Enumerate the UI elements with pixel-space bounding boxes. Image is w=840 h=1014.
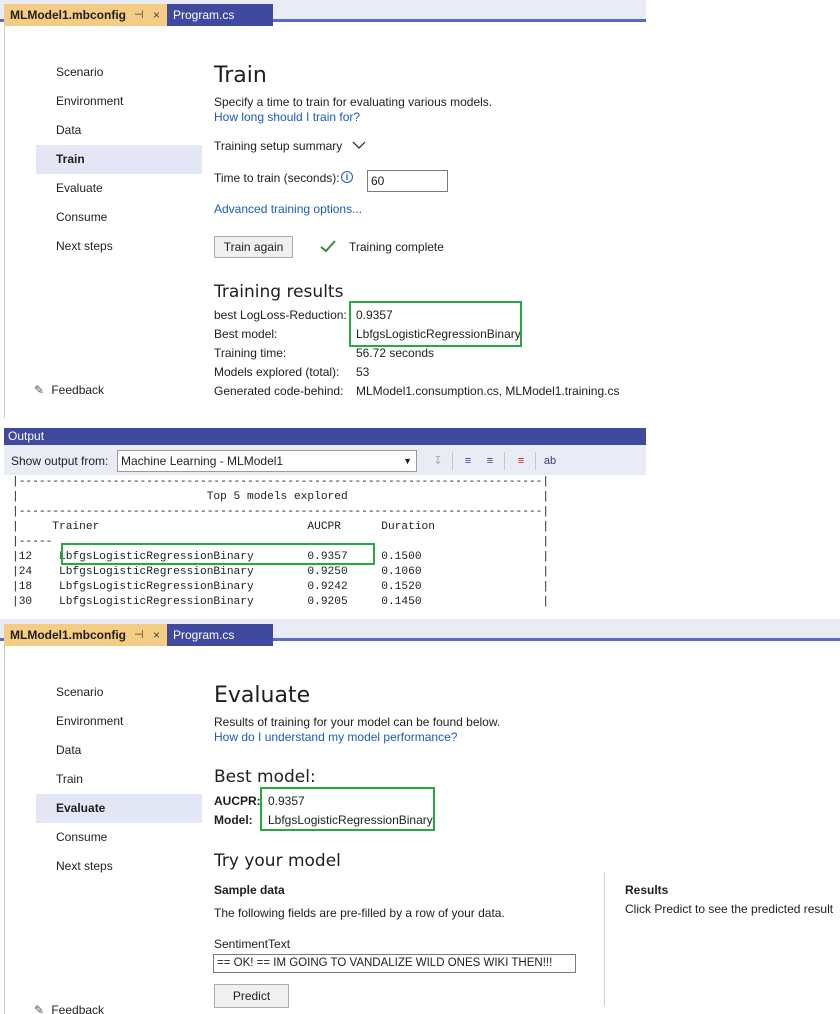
- output-line: | Top 5 models explored |: [12, 491, 550, 503]
- nav-item-train[interactable]: Train: [36, 765, 202, 794]
- show-output-label: Show output from:: [11, 454, 109, 468]
- nav-item-train[interactable]: Train: [36, 145, 202, 174]
- best-model-title: Best model:: [214, 767, 316, 787]
- toolbar-separator: [452, 452, 453, 470]
- results-divider: [604, 872, 605, 1006]
- training-results-title: Training results: [214, 282, 344, 302]
- try-model-title: Try your model: [214, 851, 341, 871]
- results-title: Results: [625, 883, 669, 897]
- nav-item-data[interactable]: Data: [36, 736, 202, 765]
- output-line: |24 LbfgsLogisticRegressionBinary 0.9250…: [12, 566, 550, 578]
- page-description: Results of training for your model can b…: [214, 715, 501, 729]
- highlight-box: [349, 301, 522, 347]
- next-message-icon[interactable]: ≡: [481, 453, 499, 469]
- nav-item-evaluate[interactable]: Evaluate: [36, 794, 202, 823]
- model-label: Model:: [214, 813, 253, 827]
- result-label: Best model:: [214, 327, 278, 341]
- nav-item-environment[interactable]: Environment: [36, 707, 202, 736]
- page-title: Train: [214, 63, 267, 88]
- result-label: Generated code-behind:: [214, 384, 344, 398]
- close-icon[interactable]: ×: [153, 624, 160, 646]
- advanced-training-link[interactable]: Advanced training options...: [214, 202, 362, 216]
- output-source-value: Machine Learning - MLModel1: [121, 454, 284, 468]
- tab-label: MLModel1.mbconfig: [10, 8, 126, 22]
- tab-label: MLModel1.mbconfig: [10, 628, 126, 642]
- clear-all-icon[interactable]: ≡: [512, 453, 530, 469]
- sentiment-text-label: SentimentText: [214, 937, 291, 951]
- chevron-down-icon: ▼: [403, 456, 412, 466]
- nav-item-data[interactable]: Data: [36, 116, 202, 145]
- page-title: Evaluate: [214, 683, 311, 708]
- sample-data-description: The following fields are pre-filled by a…: [214, 906, 505, 920]
- nav-item-consume[interactable]: Consume: [36, 823, 202, 852]
- highlight-box: [61, 543, 375, 565]
- nav-item-consume[interactable]: Consume: [36, 203, 202, 232]
- toolbar-separator: [535, 452, 536, 470]
- output-source-select[interactable]: Machine Learning - MLModel1 ▼: [117, 450, 417, 472]
- feedback-link[interactable]: ✎ Feedback: [34, 1003, 104, 1014]
- output-line: |---------------------------------------…: [12, 476, 550, 488]
- tab-program-cs[interactable]: Program.cs: [167, 624, 273, 646]
- training-setup-summary-toggle[interactable]: Training setup summary: [214, 139, 366, 153]
- nav-item-scenario[interactable]: Scenario: [36, 58, 202, 87]
- setup-summary-label: Training setup summary: [214, 139, 343, 153]
- info-icon[interactable]: i: [341, 171, 353, 183]
- output-line: |18 LbfgsLogisticRegressionBinary 0.9242…: [12, 581, 550, 593]
- result-value: MLModel1.consumption.cs, MLModel1.traini…: [356, 384, 620, 398]
- chevron-down-icon: [352, 139, 366, 153]
- feedback-label: Feedback: [51, 1003, 105, 1014]
- output-line: | Trainer AUCPR Duration |: [12, 521, 550, 533]
- help-link[interactable]: How do I understand my model performance…: [214, 730, 457, 744]
- nav-item-environment[interactable]: Environment: [36, 87, 202, 116]
- page-description: Specify a time to train for evaluating v…: [214, 95, 493, 109]
- pin-icon[interactable]: ⊣: [134, 4, 144, 26]
- output-line: |---------------------------------------…: [12, 506, 550, 518]
- result-value: 53: [356, 365, 370, 379]
- nav-item-scenario[interactable]: Scenario: [36, 678, 202, 707]
- train-again-button[interactable]: Train again: [214, 236, 293, 258]
- tab-mlmodel1-mbconfig[interactable]: MLModel1.mbconfig ⊣ ×: [4, 624, 167, 646]
- nav-item-next-steps[interactable]: Next steps: [36, 852, 202, 881]
- tab-program-cs[interactable]: Program.cs: [167, 4, 273, 26]
- result-label: Training time:: [214, 346, 287, 360]
- word-wrap-icon[interactable]: ab: [541, 453, 559, 469]
- training-status: Training complete: [349, 240, 444, 254]
- previous-message-icon[interactable]: ≡: [459, 453, 477, 469]
- feedback-link[interactable]: ✎ Feedback: [34, 383, 104, 397]
- sample-data-title: Sample data: [214, 883, 285, 897]
- sentiment-text-input[interactable]: == OK! == IM GOING TO VANDALIZE WILD ONE…: [213, 954, 576, 973]
- tab-mlmodel1-mbconfig[interactable]: MLModel1.mbconfig ⊣ ×: [4, 4, 167, 26]
- find-message-icon[interactable]: ↧: [429, 453, 447, 469]
- predict-button[interactable]: Predict: [214, 984, 289, 1008]
- help-link[interactable]: How long should I train for?: [214, 110, 360, 124]
- tab-label: Program.cs: [173, 628, 235, 642]
- feedback-icon: ✎: [34, 383, 45, 397]
- output-window-title: Output: [4, 428, 646, 445]
- output-line: |30 LbfgsLogisticRegressionBinary 0.9205…: [12, 596, 550, 608]
- result-label: best LogLoss-Reduction:: [214, 308, 347, 322]
- time-to-train-input[interactable]: 60: [367, 170, 448, 192]
- close-icon[interactable]: ×: [153, 4, 160, 26]
- pin-icon[interactable]: ⊣: [134, 624, 144, 646]
- feedback-label: Feedback: [51, 383, 105, 397]
- nav-item-evaluate[interactable]: Evaluate: [36, 174, 202, 203]
- result-label: Models explored (total):: [214, 365, 340, 379]
- highlight-box: [260, 787, 435, 831]
- results-description: Click Predict to see the predicted resul…: [625, 902, 834, 916]
- time-to-train-label: Time to train (seconds):: [214, 171, 340, 185]
- aucpr-label: AUCPR:: [214, 794, 261, 808]
- tab-label: Program.cs: [173, 8, 235, 22]
- nav-item-next-steps[interactable]: Next steps: [36, 232, 202, 261]
- checkmark-icon: [320, 240, 336, 256]
- toolbar-separator: [504, 452, 505, 470]
- feedback-icon: ✎: [34, 1003, 45, 1014]
- result-value: 56.72 seconds: [356, 346, 435, 360]
